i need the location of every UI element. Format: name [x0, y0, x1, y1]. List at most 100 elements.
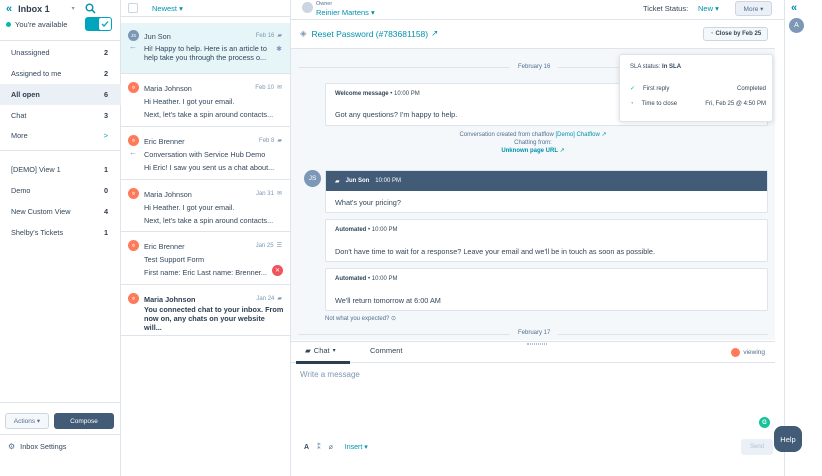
actions-button[interactable]: Actions ▾ — [5, 413, 49, 429]
not-expected-link[interactable]: Not what you expected? ⊙ — [325, 315, 396, 322]
collapse-left-icon[interactable]: « — [6, 3, 12, 15]
composer-toolbar: A ⁑ ⌀ Insert ▾ — [291, 437, 784, 457]
attachment-icon[interactable]: ⌀ — [329, 443, 333, 451]
chatting-from-text: Chatting from: — [514, 140, 552, 146]
conversation-list: Newest ▾ JS Jun Son Feb 16 ▰ ← Hi! Happy … — [121, 0, 291, 476]
conversation-name: Maria Johnson — [144, 190, 192, 199]
chat-icon: ▰ — [277, 33, 282, 39]
chatflow-link[interactable]: [Demo] Chatflow — [556, 132, 600, 138]
reply-arrow-icon: ← — [129, 42, 137, 51]
tab-comment[interactable]: Comment — [370, 346, 403, 355]
conversation-preview: Hi Heather. I got your email. — [144, 203, 235, 212]
conversation-date: Jan 31 ✉ — [256, 190, 282, 198]
chevron-down-icon: ▾ — [332, 348, 336, 354]
view-label: [DEMO] View 1 — [11, 165, 61, 174]
date-text: Jan 24 — [256, 295, 275, 302]
close-by-button[interactable]: ◔ Close by Feb 25 — [703, 27, 768, 41]
ticket-status-dropdown[interactable]: New ▾ — [698, 4, 719, 13]
ticket-icon: ✱ — [276, 46, 282, 53]
first-reply-label: First reply — [643, 85, 670, 92]
sidebar-view-shelbys-tickets[interactable]: Shelby's Tickets 1 — [0, 222, 121, 243]
owner-label: Owner — [316, 1, 333, 7]
conversation-item[interactable]: ✲ Maria Johnson Jan 24 ▰ You connected ch… — [121, 286, 290, 336]
owner-avatar — [302, 2, 313, 13]
sidebar-view-demo-view-1[interactable]: [DEMO] View 1 1 — [0, 159, 121, 180]
conversation-item[interactable]: ✲ Eric Brenner Feb 8 ▰ ← Conversation wit… — [121, 128, 290, 180]
clock-icon: ◔ — [630, 101, 634, 107]
sidebar-item-chat[interactable]: Chat 3 — [0, 105, 121, 126]
conversation-item[interactable]: JS Jun Son Feb 16 ▰ ← Hi! Happy to help. … — [121, 23, 290, 74]
message-time: • 10:00 PM — [368, 227, 398, 233]
gear-icon: ⚙ — [8, 442, 16, 451]
sla-status-value: In SLA — [662, 64, 682, 70]
sidebar-view-demo[interactable]: Demo 0 — [0, 180, 121, 201]
compose-button[interactable]: Compose — [54, 413, 114, 429]
page-url-line: Unknown page URL ↗ — [291, 147, 775, 155]
availability-toggle[interactable] — [85, 17, 112, 31]
external-link-icon: ↗ — [601, 132, 607, 138]
rail-avatar[interactable]: A — [789, 18, 804, 33]
ticket-subject-link[interactable]: ◈ Reset Password (#783681158) ↗ — [300, 28, 438, 39]
message-input[interactable]: Write a message — [300, 370, 360, 379]
tab-label: Chat — [313, 346, 330, 355]
message-text: What's your pricing? — [335, 198, 401, 207]
sidebar-item-all-open[interactable]: All open 6 — [0, 84, 121, 105]
snippet-icon[interactable]: ⁑ — [317, 443, 321, 451]
select-all-checkbox[interactable] — [128, 3, 138, 13]
form-icon: ☰ — [276, 243, 282, 249]
inbox-title[interactable]: Inbox 1 — [18, 4, 50, 14]
search-icon[interactable] — [85, 3, 96, 14]
contact-avatar: JS — [304, 170, 321, 187]
owner-dropdown[interactable]: Reinier Martens ▾ — [316, 8, 375, 17]
sidebar-view-new-custom-view[interactable]: New Custom View 4 — [0, 201, 121, 222]
conversation-item[interactable]: ✲ Eric Brenner Jan 25 ☰ Test Support Form… — [121, 233, 290, 285]
chat-icon: ▰ — [305, 346, 311, 355]
chat-icon: ▰ — [277, 296, 282, 302]
conversation-name: Eric Brenner — [144, 137, 185, 146]
right-rail: « A — [784, 0, 822, 476]
view-label: Demo — [11, 186, 31, 195]
view-label: New Custom View — [11, 207, 71, 216]
reply-arrow-icon: ← — [129, 148, 137, 157]
ticket-header: Owner Reinier Martens ▾ Ticket Status: N… — [291, 0, 784, 20]
hubspot-sprocket-icon: ✲ — [128, 135, 139, 146]
sidebar-item-assigned-to-me[interactable]: Assigned to me 2 — [0, 63, 121, 84]
hubspot-sprocket-icon: ✲ — [128, 240, 139, 251]
sort-dropdown[interactable]: Newest ▾ — [152, 4, 183, 13]
resize-handle[interactable] — [527, 343, 547, 345]
nav-count: 3 — [103, 111, 108, 120]
conversation-item[interactable]: ✲ Maria Johnson Jan 31 ✉ Hi Heather. I go… — [121, 181, 290, 232]
divider — [0, 434, 121, 435]
message-sender: Automated — [335, 227, 367, 233]
inbox-settings-link[interactable]: ⚙ Inbox Settings — [8, 442, 66, 451]
sidebar-item-unassigned[interactable]: Unassigned 2 — [0, 42, 121, 63]
inbox-dropdown-icon[interactable]: ▾ — [72, 5, 75, 12]
conversation-date: Jan 24 ▰ — [256, 295, 282, 303]
external-link-icon: ↗ — [431, 28, 439, 38]
sidebar-item-more[interactable]: More > — [0, 125, 121, 146]
viewing-label: viewing — [743, 349, 765, 356]
tab-chat[interactable]: ▰ Chat ▾ — [305, 346, 336, 355]
conversation-item[interactable]: ✲ Maria Johnson Feb 10 ✉ Hi Heather. I go… — [121, 75, 290, 127]
automated-message-card: Automated • 10:00 PM We'll return tomorr… — [325, 268, 768, 311]
page-url-link[interactable]: Unknown page URL — [501, 148, 558, 154]
message-sender: Welcome message — [335, 91, 389, 97]
chatflow-info: Conversation created from chatflow [Demo… — [291, 131, 775, 155]
text-format-icon[interactable]: A — [304, 444, 309, 451]
availability-label: You're available — [15, 19, 68, 29]
grammarly-icon[interactable]: G — [759, 417, 770, 428]
conversation-preview: First name: Eric Last name: Brenner... — [144, 268, 267, 277]
more-button[interactable]: More ▾ — [735, 1, 772, 16]
sla-status: SLA status: In SLA — [630, 64, 681, 70]
help-button[interactable]: Help — [774, 426, 802, 452]
sla-time-to-close-row: ◔ Time to close Fri, Feb 25 @ 4:50 PM — [630, 101, 766, 107]
expand-sidebar-icon[interactable]: « — [791, 2, 797, 14]
close-by-label: Close by Feb 25 — [715, 31, 762, 37]
date-text: Jan 25 — [255, 242, 274, 249]
chevron-right-icon: > — [103, 131, 108, 140]
not-expected-text: Not what you expected? — [325, 316, 390, 322]
insert-dropdown[interactable]: Insert ▾ — [345, 443, 368, 451]
view-label: Shelby's Tickets — [11, 228, 64, 237]
send-button[interactable]: Send — [741, 439, 773, 455]
nav-label: All open — [11, 90, 40, 99]
